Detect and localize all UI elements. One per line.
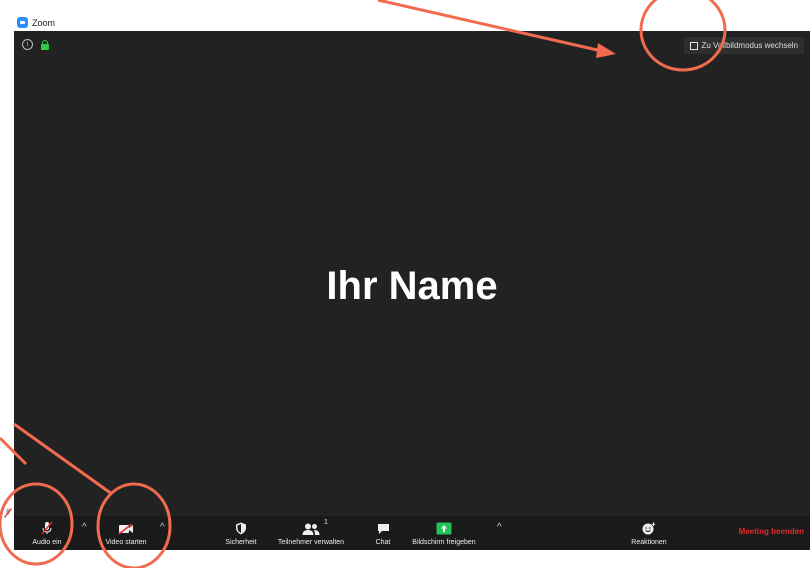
reactions-button-label: Reaktionen <box>631 539 667 546</box>
chat-button[interactable]: Chat <box>370 516 396 550</box>
video-off-icon <box>118 523 133 535</box>
video-button[interactable]: Video starten <box>98 516 154 550</box>
reactions-icon <box>642 522 656 535</box>
share-screen-button-label: Bildschirm freigeben <box>412 539 476 546</box>
video-stage: i Zu Vollbildmodus wechseln Ihr Name <box>14 31 810 516</box>
participant-name: Ihr Name <box>326 264 498 308</box>
fullscreen-icon <box>689 41 698 50</box>
zoom-logo-icon <box>17 17 28 28</box>
muted-indicator-icon <box>4 505 12 523</box>
meeting-toolbar: Audio ein ^ Video starten ^ Sicherheit 1… <box>14 516 810 550</box>
window-title: Zoom <box>32 17 56 28</box>
audio-button[interactable]: Audio ein <box>22 516 72 550</box>
video-options-caret[interactable]: ^ <box>160 522 165 533</box>
microphone-muted-icon <box>41 521 53 535</box>
share-screen-icon <box>436 522 452 535</box>
participants-button-label: Teilnehmer verwalten <box>277 539 345 546</box>
audio-button-label: Audio ein <box>32 539 62 546</box>
chat-button-label: Chat <box>375 539 391 546</box>
chat-icon <box>377 524 389 534</box>
share-screen-button[interactable]: Bildschirm freigeben <box>408 516 480 550</box>
title-bar: Zoom <box>14 14 810 31</box>
participants-count: 1 <box>324 519 328 526</box>
shield-icon <box>236 522 246 535</box>
fullscreen-button[interactable]: Zu Vollbildmodus wechseln <box>683 37 804 54</box>
meeting-info-bar: i <box>22 39 49 50</box>
video-button-label: Video starten <box>105 539 147 546</box>
participants-icon <box>302 523 320 535</box>
fullscreen-button-label: Zu Vollbildmodus wechseln <box>701 41 799 50</box>
reactions-button[interactable]: Reaktionen <box>626 516 672 550</box>
participants-button[interactable]: 1 Teilnehmer verwalten <box>268 516 354 550</box>
security-button-label: Sicherheit <box>225 539 257 546</box>
info-icon[interactable]: i <box>22 39 33 50</box>
security-button[interactable]: Sicherheit <box>222 516 260 550</box>
share-options-caret[interactable]: ^ <box>497 522 502 533</box>
end-meeting-button[interactable]: Meeting beenden <box>739 527 804 536</box>
lock-icon[interactable] <box>41 39 49 50</box>
audio-options-caret[interactable]: ^ <box>82 522 87 533</box>
